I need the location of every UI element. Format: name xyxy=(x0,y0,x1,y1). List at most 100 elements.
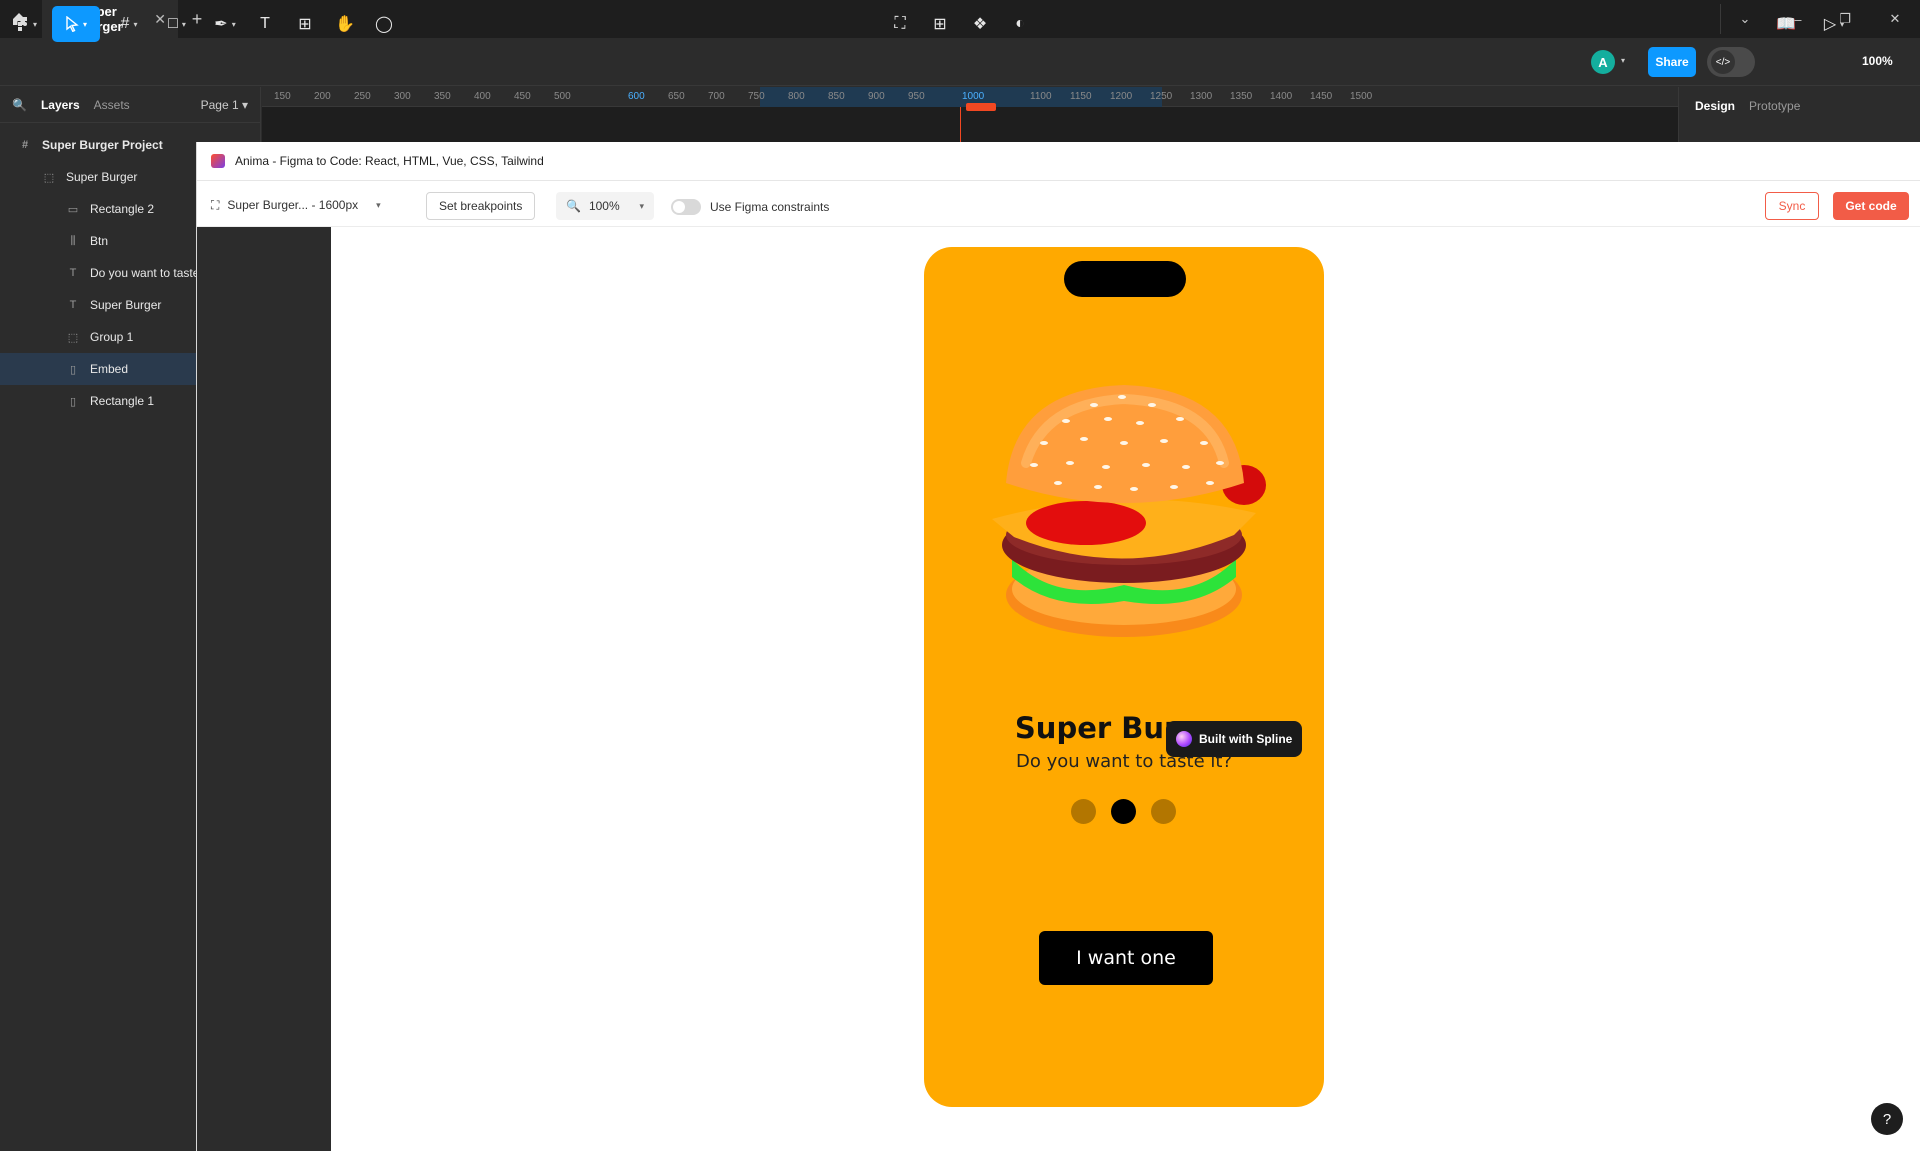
ruler-tick: 900 xyxy=(868,91,885,102)
ruler-tick: 950 xyxy=(908,91,925,102)
pagination-dot[interactable] xyxy=(1151,799,1176,824)
text-tool-icon[interactable]: T xyxy=(254,6,276,42)
code-icon: </> xyxy=(1711,50,1735,74)
ruler-tick: 800 xyxy=(788,91,805,102)
ruler-tick: 1500 xyxy=(1350,91,1373,102)
tab-assets[interactable]: Assets xyxy=(94,98,130,112)
search-icon[interactable]: 🔍 xyxy=(12,98,27,112)
spline-badge-label: Built with Spline xyxy=(1199,732,1293,746)
ruler-tick: 450 xyxy=(514,91,531,102)
plugin-zoom-select[interactable]: 🔍 100% ▾ xyxy=(556,192,654,220)
tab-design[interactable]: Design xyxy=(1695,99,1735,113)
move-tool-icon[interactable]: ▾ xyxy=(52,6,100,42)
close-window-icon[interactable]: ✕ xyxy=(1870,0,1920,38)
preview-gutter xyxy=(197,227,331,1151)
measurement-tag xyxy=(966,103,996,111)
ruler-tick: 250 xyxy=(354,91,371,102)
figma-constraints-toggle[interactable] xyxy=(671,199,701,215)
phone-frame: Super Burger Do you want to taste it? Bu… xyxy=(924,247,1324,1107)
ruler-tick: 300 xyxy=(394,91,411,102)
section-icon: ⬚ xyxy=(43,171,55,184)
rectangle-icon: ▭ xyxy=(67,203,79,216)
text-layer-icon: T xyxy=(69,267,77,279)
ruler-tick: 1150 xyxy=(1070,91,1092,102)
layer-label: Rectangle 2 xyxy=(90,202,155,216)
layer-label: Group 1 xyxy=(90,330,134,344)
pagination-dot-active[interactable] xyxy=(1111,799,1136,824)
present-icon[interactable]: ▷ ▾ xyxy=(1818,6,1850,42)
get-code-button[interactable]: Get code xyxy=(1833,192,1909,220)
dev-mode-toggle[interactable]: </> xyxy=(1707,47,1755,77)
ruler-tick: 600 xyxy=(628,91,645,102)
zoom-level[interactable]: 100% xyxy=(1862,54,1893,68)
chevron-down-icon: ▾ xyxy=(639,200,644,211)
ruler-tick: 650 xyxy=(668,91,685,102)
main-menu-icon[interactable]: ▾ xyxy=(12,6,42,42)
ruler-selection-range xyxy=(760,87,1162,107)
ruler-tick: 1200 xyxy=(1110,91,1133,102)
plugin-zoom-value: 100% xyxy=(588,199,620,213)
ruler-tick: 400 xyxy=(474,91,491,102)
frame-tool-icon[interactable]: # ▾ xyxy=(112,6,146,42)
set-breakpoints-button[interactable]: Set breakpoints xyxy=(426,192,536,220)
resources-icon[interactable]: ⊞ xyxy=(293,6,317,42)
ruler-tick: 200 xyxy=(314,91,331,102)
i-want-one-button[interactable]: I want one xyxy=(1039,931,1213,985)
chevron-down-icon: ▾ xyxy=(376,199,381,210)
layer-label: Embed xyxy=(90,362,129,376)
avatar[interactable]: A xyxy=(1591,50,1615,74)
frame-selector[interactable]: ⛶ Super Burger... - 1600px ▾ xyxy=(211,192,381,218)
plugin-title: Anima - Figma to Code: React, HTML, Vue,… xyxy=(235,154,544,168)
hand-tool-icon[interactable]: ✋ xyxy=(333,6,357,42)
ruler-tick: 700 xyxy=(708,91,725,102)
help-button[interactable]: ? xyxy=(1871,1103,1903,1135)
tab-layers[interactable]: Layers xyxy=(41,98,80,112)
built-with-spline-badge[interactable]: Built with Spline xyxy=(1166,721,1302,757)
anima-logo-icon xyxy=(211,154,225,168)
ruler-tick: 1450 xyxy=(1310,91,1333,102)
measurement-guide xyxy=(960,107,961,143)
plugin-title-bar: Anima - Figma to Code: React, HTML, Vue,… xyxy=(197,142,1920,181)
ruler-tick: 1250 xyxy=(1150,91,1173,102)
chevron-down-icon[interactable]: ⌄ xyxy=(1720,0,1770,38)
shape-tool-icon[interactable]: □ ▾ xyxy=(160,6,194,42)
main-toolbar xyxy=(0,38,1920,86)
canvas[interactable] xyxy=(262,107,1678,143)
page-selector[interactable]: Page 1 ▾ xyxy=(201,98,248,112)
ruler-tick: 500 xyxy=(554,91,571,102)
frame-selector-label: Super Burger... - 1600px xyxy=(227,198,359,212)
plugin-toolbar: ⛶ Super Burger... - 1600px ▾ Set breakpo… xyxy=(197,182,1920,227)
crop-icon[interactable]: ⛶ xyxy=(888,6,912,42)
ruler-tick: 350 xyxy=(434,91,451,102)
frame-icon: # xyxy=(21,139,29,151)
auto-layout-icon: ⫼ xyxy=(70,234,76,247)
ruler-tick: 850 xyxy=(828,91,845,102)
sync-button[interactable]: Sync xyxy=(1765,192,1819,220)
layer-label: Super Burger xyxy=(90,298,162,312)
rectangle-icon: ▯ xyxy=(69,395,77,408)
tab-prototype[interactable]: Prototype xyxy=(1749,99,1800,113)
layer-label: Super Burger xyxy=(66,170,138,184)
contrast-icon[interactable]: ◐ xyxy=(1008,6,1032,42)
layer-label: Rectangle 1 xyxy=(90,394,155,408)
ruler-tick: 1100 xyxy=(1030,91,1052,102)
ruler-tick: 1300 xyxy=(1190,91,1213,102)
figma-constraints-label: Use Figma constraints xyxy=(710,200,830,214)
grid-icon[interactable]: ⊞ xyxy=(928,6,952,42)
chevron-down-icon[interactable]: ▾ xyxy=(1621,56,1625,65)
ruler-tick: 150 xyxy=(274,91,291,102)
burger-illustration xyxy=(992,385,1266,637)
phone-notch xyxy=(1064,261,1186,297)
title-bar: Super Burger ✕ + ⌄ — ❐ ✕ xyxy=(0,0,1920,38)
properties-panel: Design Prototype xyxy=(1678,87,1920,142)
layer-label: Btn xyxy=(90,234,109,248)
library-icon[interactable]: 📖 xyxy=(1774,6,1798,42)
expand-icon: ⛶ xyxy=(211,197,220,212)
pen-tool-icon[interactable]: ✒ ▾ xyxy=(208,6,242,42)
share-button[interactable]: Share xyxy=(1648,47,1696,77)
preview-stage: Super Burger Do you want to taste it? Bu… xyxy=(197,227,1920,1151)
component-icon[interactable]: ❖ xyxy=(968,6,992,42)
pagination-dot[interactable] xyxy=(1071,799,1096,824)
anima-plugin-window: Anima - Figma to Code: React, HTML, Vue,… xyxy=(196,142,1920,1151)
comment-tool-icon[interactable]: ◯ xyxy=(372,6,396,42)
